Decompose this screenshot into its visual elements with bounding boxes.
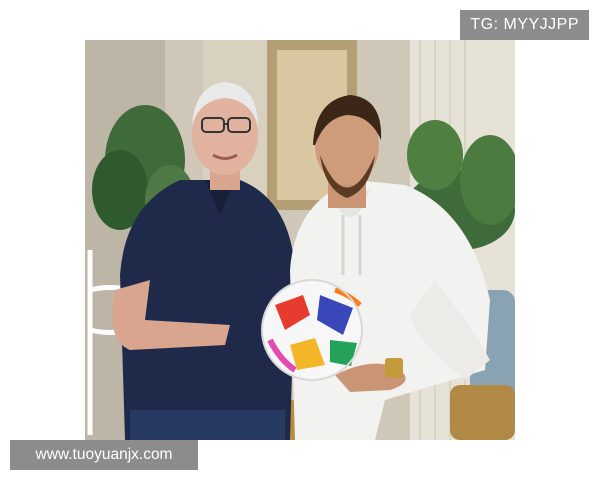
soccer-ball <box>261 279 363 381</box>
watermark-website: www.tuoyuanjx.com <box>10 440 198 470</box>
watermark-telegram: TG: MYYJJPP <box>460 10 589 40</box>
photo <box>85 40 515 440</box>
photo-illustration <box>85 40 515 440</box>
